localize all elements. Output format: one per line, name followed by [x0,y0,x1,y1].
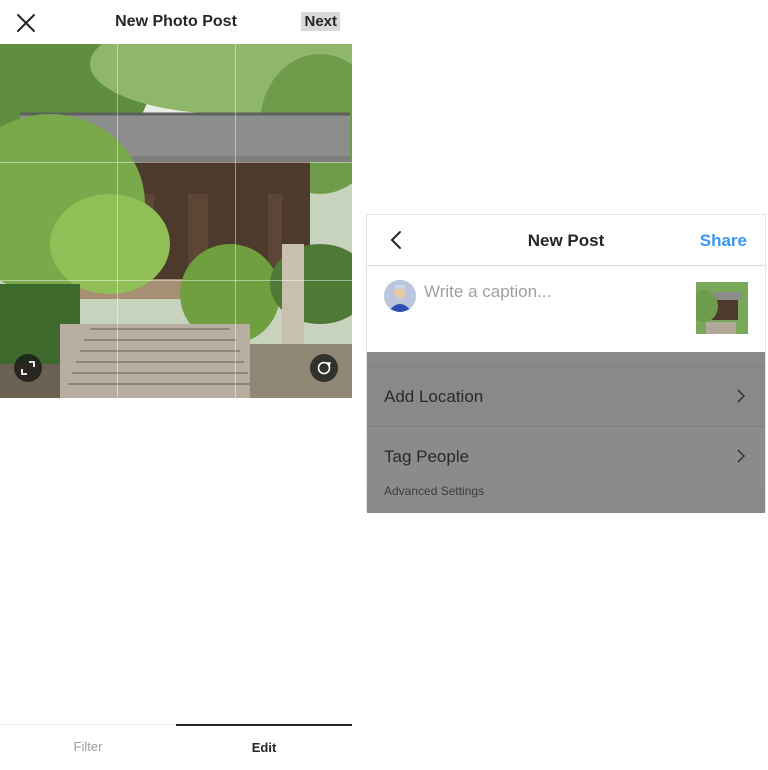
chevron-right-icon [737,389,746,403]
grid-line [0,280,352,281]
grid-line [235,44,236,398]
temple-photo [0,44,352,398]
expand-icon[interactable] [14,354,42,382]
grid-line [117,44,118,398]
avatar [384,280,416,312]
page-title: New Photo Post [115,13,237,30]
advanced-settings-link[interactable]: Advanced Settings [384,484,484,498]
caption-section [367,266,765,352]
tab-edit[interactable]: Edit [176,724,352,770]
add-location-row[interactable]: Add Location [367,366,765,427]
tab-filter[interactable]: Filter [0,725,176,769]
add-location-label: Add Location [384,387,484,406]
photo-preview[interactable] [0,44,352,398]
tag-people-row[interactable]: Tag People [367,426,765,487]
tag-people-label: Tag People [384,447,470,466]
caption-input[interactable] [424,282,684,302]
grid-line [0,162,352,163]
new-post-screen: New Post Share Add Location [366,214,766,513]
top-bar: New Post Share [367,215,765,266]
share-button[interactable]: Share [700,231,747,251]
post-thumbnail [696,282,748,334]
settings-list: Add Location Tag People Advanced Setting… [367,352,765,513]
chevron-right-icon [737,449,746,463]
top-bar: New Photo Post Next [0,0,352,44]
rotate-icon[interactable] [310,354,338,382]
next-button[interactable]: Next [301,12,340,31]
bottom-tab-bar: Filter Edit [0,724,352,769]
new-photo-post-screen: New Photo Post Next Filter Edit [0,0,352,768]
